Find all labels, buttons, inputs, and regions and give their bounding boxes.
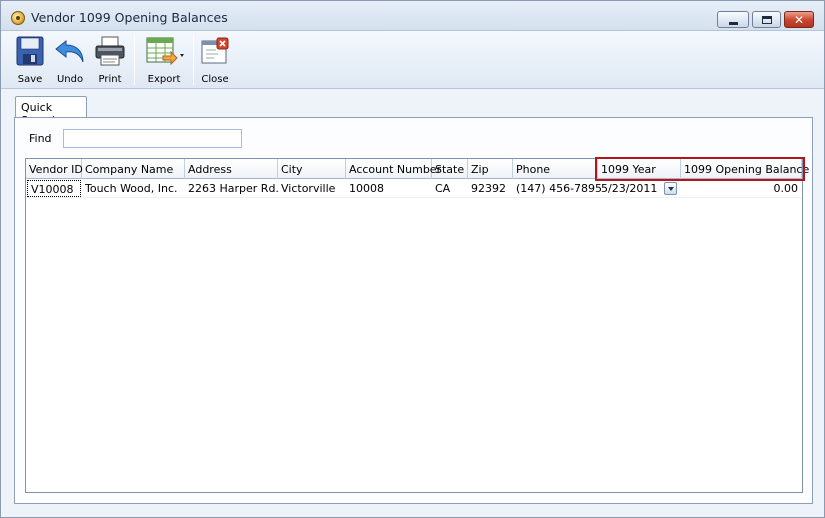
find-input[interactable] [63,129,242,148]
window-close-button[interactable]: ✕ [784,11,814,28]
dropdown-icon[interactable] [664,182,677,195]
column-header-address[interactable]: Address [185,159,278,179]
column-header-1099-opening-balance[interactable]: 1099 Opening Balance [681,159,809,179]
cell-state[interactable]: CA [432,179,468,198]
undo-button[interactable]: Undo [51,33,89,87]
minimize-icon [729,22,738,25]
export-label: Export [147,74,181,85]
column-header-1099-year[interactable]: 1099 Year [598,159,681,179]
save-label: Save [17,74,43,85]
cell-zip[interactable]: 92392 [468,179,513,198]
cell-account-number[interactable]: 10008 [346,179,432,198]
cell-vendor-id[interactable]: V10008 [27,180,81,197]
maximize-button[interactable] [752,11,781,28]
minimize-button[interactable] [717,11,749,28]
app-icon[interactable] [11,11,25,25]
column-header-state[interactable]: State [432,159,468,179]
undo-icon [55,39,84,63]
undo-label: Undo [56,74,84,85]
toolbar-separator [134,35,135,85]
save-button[interactable]: Save [11,33,49,87]
table-row[interactable]: V10008 Touch Wood, Inc. 2263 Harper Rd. … [26,179,802,198]
maximize-icon [762,16,772,24]
column-header-zip[interactable]: Zip [468,159,513,179]
column-header-account-number[interactable]: Account Number [346,159,441,179]
cell-address[interactable]: 2263 Harper Rd. [185,179,279,198]
column-header-city[interactable]: City [278,159,346,179]
toolbar: Save Undo Print Export Close [1,31,824,89]
close-label: Close [201,74,229,85]
tab-quick-search[interactable]: Quick Search [15,96,87,127]
cell-company-name[interactable]: Touch Wood, Inc. [82,179,185,198]
export-icon [146,37,184,66]
print-label: Print [98,74,122,85]
print-button[interactable]: Print [91,33,129,87]
cell-phone[interactable]: (147) 456-7895 [513,179,602,198]
window-close-icon: ✕ [794,13,805,27]
close-button[interactable]: Close [197,33,233,87]
cell-1099-year[interactable]: 5/23/2011 [598,179,662,198]
main-window: Vendor 1099 Opening Balances ✕ Save Undo [0,0,825,518]
column-header-company-name[interactable]: Company Name [82,159,185,179]
toolbar-separator [193,35,194,85]
cell-1099-opening-balance[interactable]: 0.00 [681,179,802,198]
grid-header: Vendor ID Company Name Address City Acco… [26,159,809,179]
window-title: Vendor 1099 Opening Balances [31,10,228,25]
save-icon [16,36,44,66]
print-icon [95,36,125,66]
export-button[interactable]: Export [141,33,187,87]
column-header-phone[interactable]: Phone [513,159,598,179]
cell-city[interactable]: Victorville [278,179,346,198]
column-header-vendor-id[interactable]: Vendor ID [26,159,83,179]
vendor-grid: Vendor ID Company Name Address City Acco… [25,158,809,493]
close-icon [201,37,229,64]
find-label: Find [29,132,52,145]
title-bar: Vendor 1099 Opening Balances ✕ [1,1,824,31]
